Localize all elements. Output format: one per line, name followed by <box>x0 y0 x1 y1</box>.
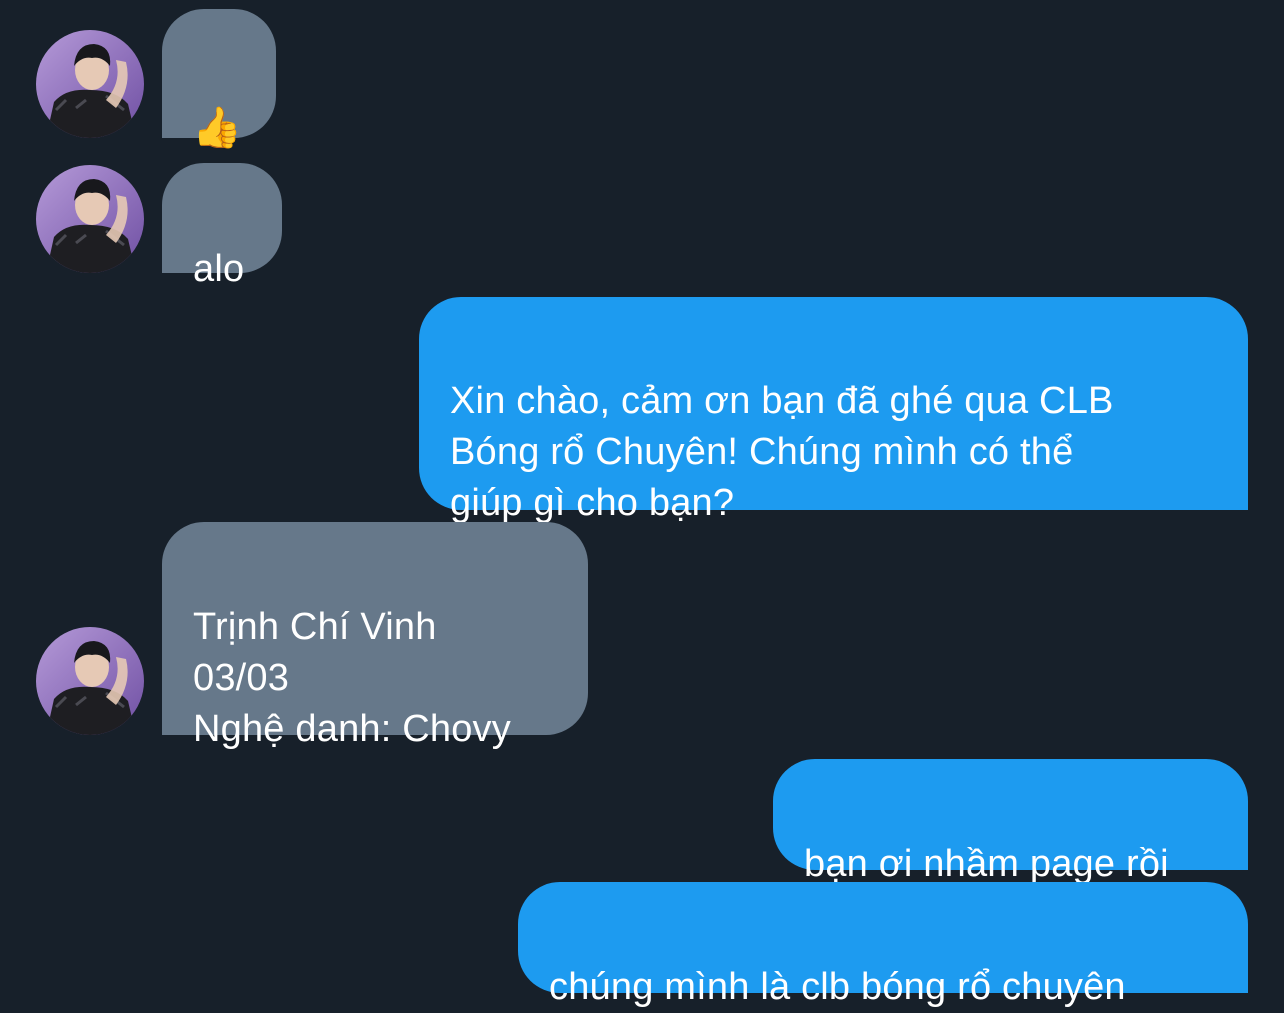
message-text: chúng mình là clb bóng rổ chuyên <box>549 966 1126 1008</box>
sender-avatar-icon[interactable] <box>36 30 144 138</box>
message-bubble-outgoing[interactable]: Xin chào, cảm ơn bạn đã ghé qua CLB Bóng… <box>419 297 1248 524</box>
message-text: Trịnh Chí Vinh 03/03 Nghệ danh: Chovy <box>193 606 511 750</box>
message-bubble-incoming[interactable]: alo <box>162 163 282 290</box>
thumbs-up-emoji: 👍 <box>192 105 243 151</box>
message-text: bạn ơi nhầm page rồi <box>804 843 1169 885</box>
message-bubble-outgoing[interactable]: chúng mình là clb bóng rổ chuyên <box>518 882 1248 1008</box>
message-thread: 👍 alo Xin chào, cảm ơn bạn đã ghé qua CL… <box>0 0 1284 1008</box>
sender-avatar-icon[interactable] <box>36 627 144 735</box>
message-bubble-outgoing[interactable]: bạn ơi nhầm page rồi <box>773 759 1248 885</box>
message-bubble-incoming[interactable]: Trịnh Chí Vinh 03/03 Nghệ danh: Chovy <box>162 522 588 750</box>
message-text: Xin chào, cảm ơn bạn đã ghé qua CLB Bóng… <box>450 380 1114 524</box>
sender-avatar-icon[interactable] <box>36 165 144 273</box>
message-text: alo <box>193 248 245 290</box>
message-bubble-incoming[interactable]: 👍 <box>162 9 276 150</box>
